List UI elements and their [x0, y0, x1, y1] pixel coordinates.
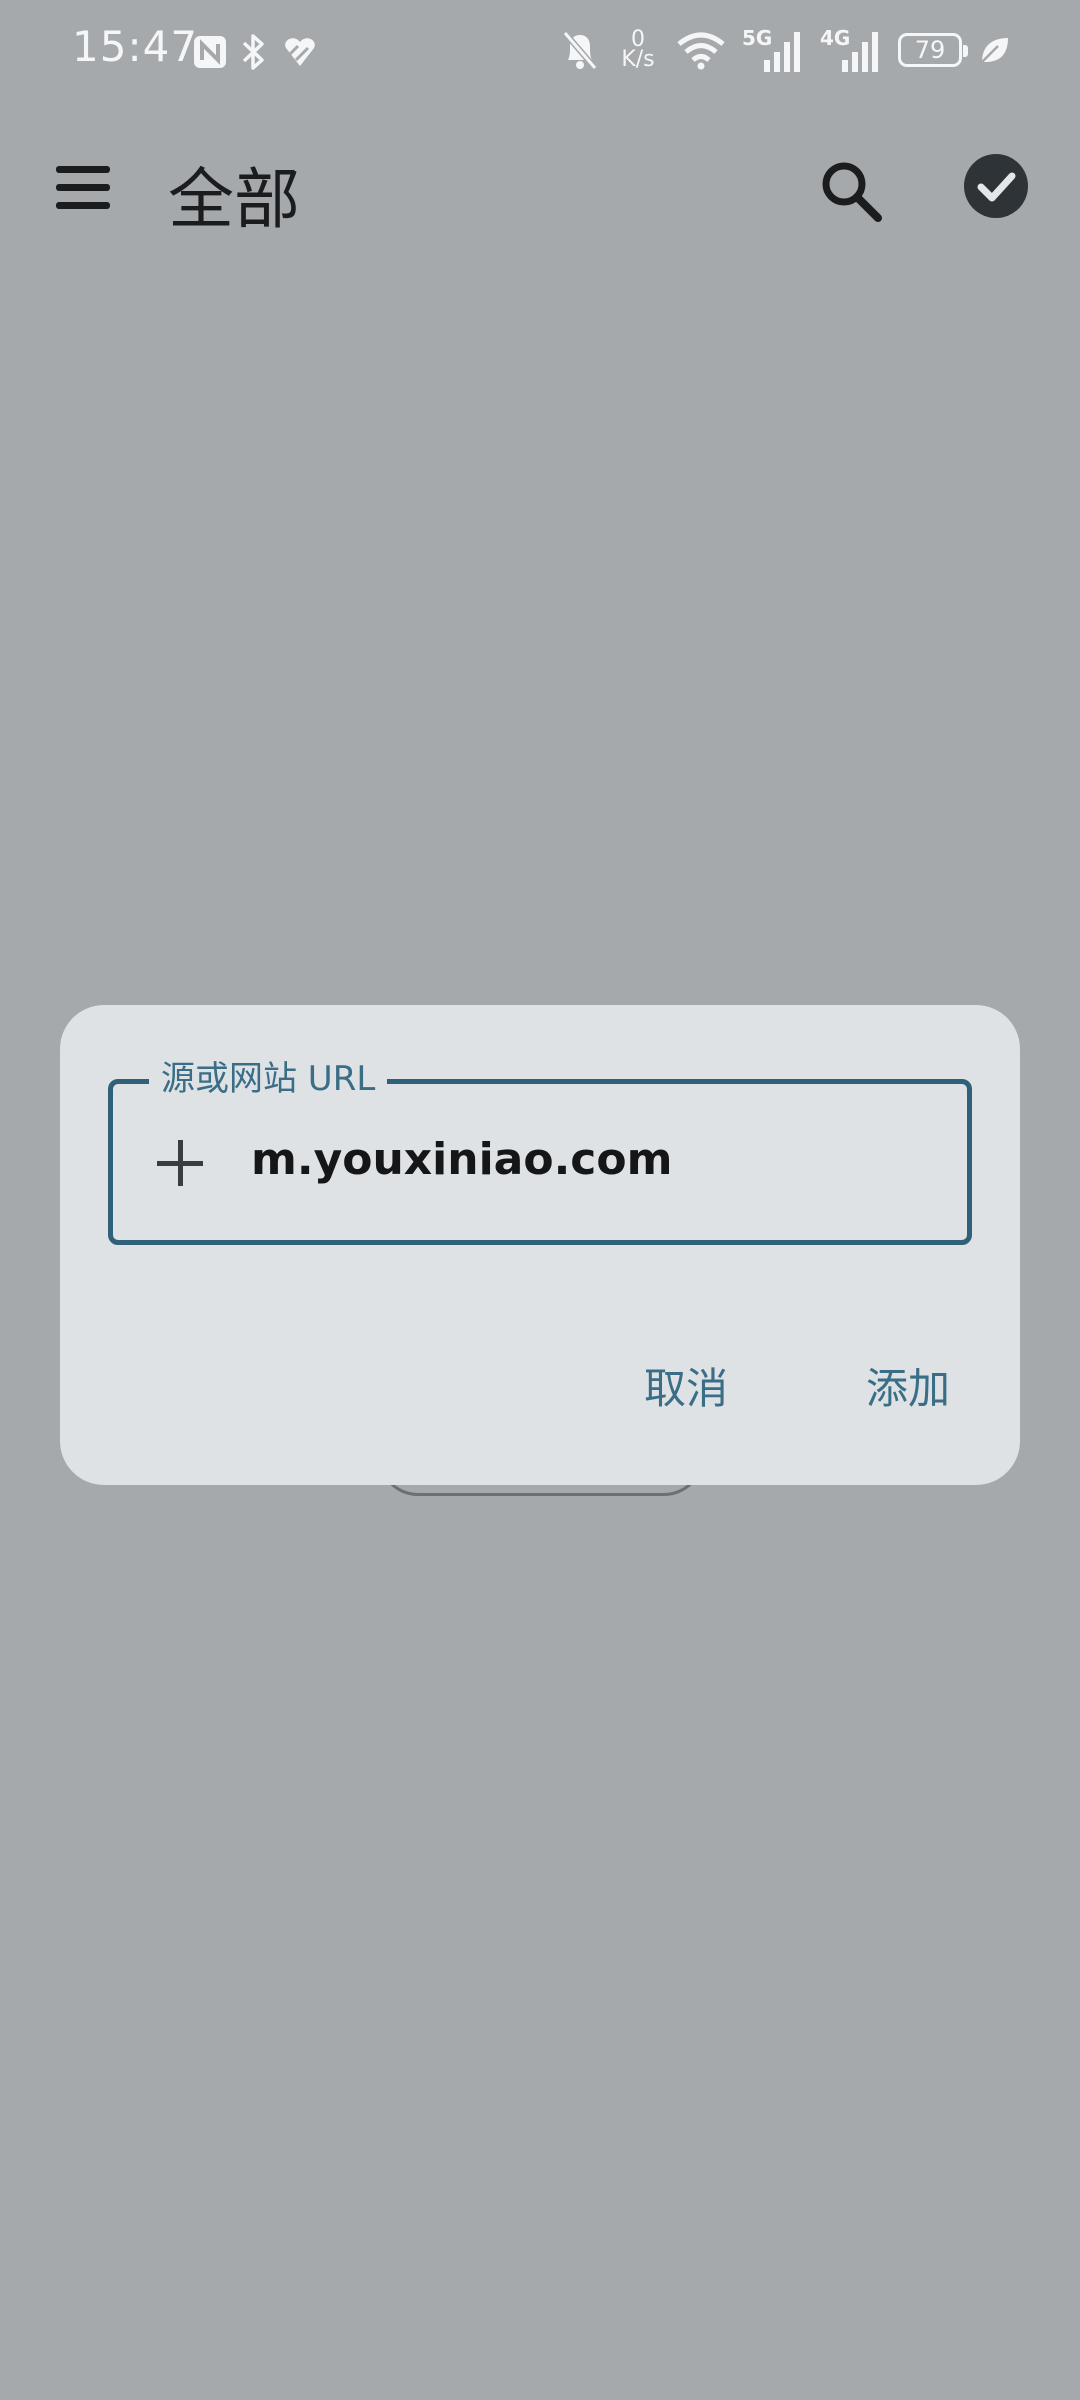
- url-field-label: 源或网站 URL: [149, 1054, 388, 1104]
- status-bar: 15:47 0 K/s 5G 4G 79: [0, 0, 1080, 100]
- signal-4g-icon: 4G: [820, 26, 882, 74]
- app-bar: 全部: [0, 120, 1080, 252]
- leaf-icon: [981, 38, 1008, 63]
- check-icon: [977, 172, 1016, 202]
- health-icon: [285, 38, 315, 66]
- menu-icon[interactable]: [52, 160, 116, 216]
- battery-level: 79: [914, 36, 946, 64]
- mute-icon: [562, 31, 598, 70]
- net-speed-unit: K/s: [621, 47, 655, 72]
- net-speed: 0 K/s: [616, 29, 660, 72]
- cancel-button[interactable]: 取消: [644, 1355, 728, 1416]
- confirm-button[interactable]: [964, 154, 1028, 218]
- battery-icon: 79: [898, 33, 968, 67]
- plus-icon: [157, 1140, 203, 1186]
- search-icon[interactable]: [816, 156, 886, 226]
- add-button[interactable]: 添加: [866, 1355, 950, 1416]
- bluetooth-icon: [242, 34, 264, 70]
- add-source-dialog: 源或网站 URL m.youxiniao.com 取消 添加: [60, 1005, 1020, 1485]
- signal-5g-icon: 5G: [742, 26, 804, 74]
- status-time: 15:47: [72, 22, 199, 71]
- url-input-field[interactable]: 源或网站 URL m.youxiniao.com: [108, 1054, 972, 1245]
- wifi-icon: [677, 32, 725, 70]
- nfc-icon: [194, 36, 226, 68]
- status-right-icons: 0 K/s 5G 4G 79: [560, 22, 1010, 78]
- page-title: 全部: [168, 161, 300, 238]
- url-input-value[interactable]: m.youxiniao.com: [251, 1134, 672, 1185]
- status-left-icons: [192, 30, 320, 74]
